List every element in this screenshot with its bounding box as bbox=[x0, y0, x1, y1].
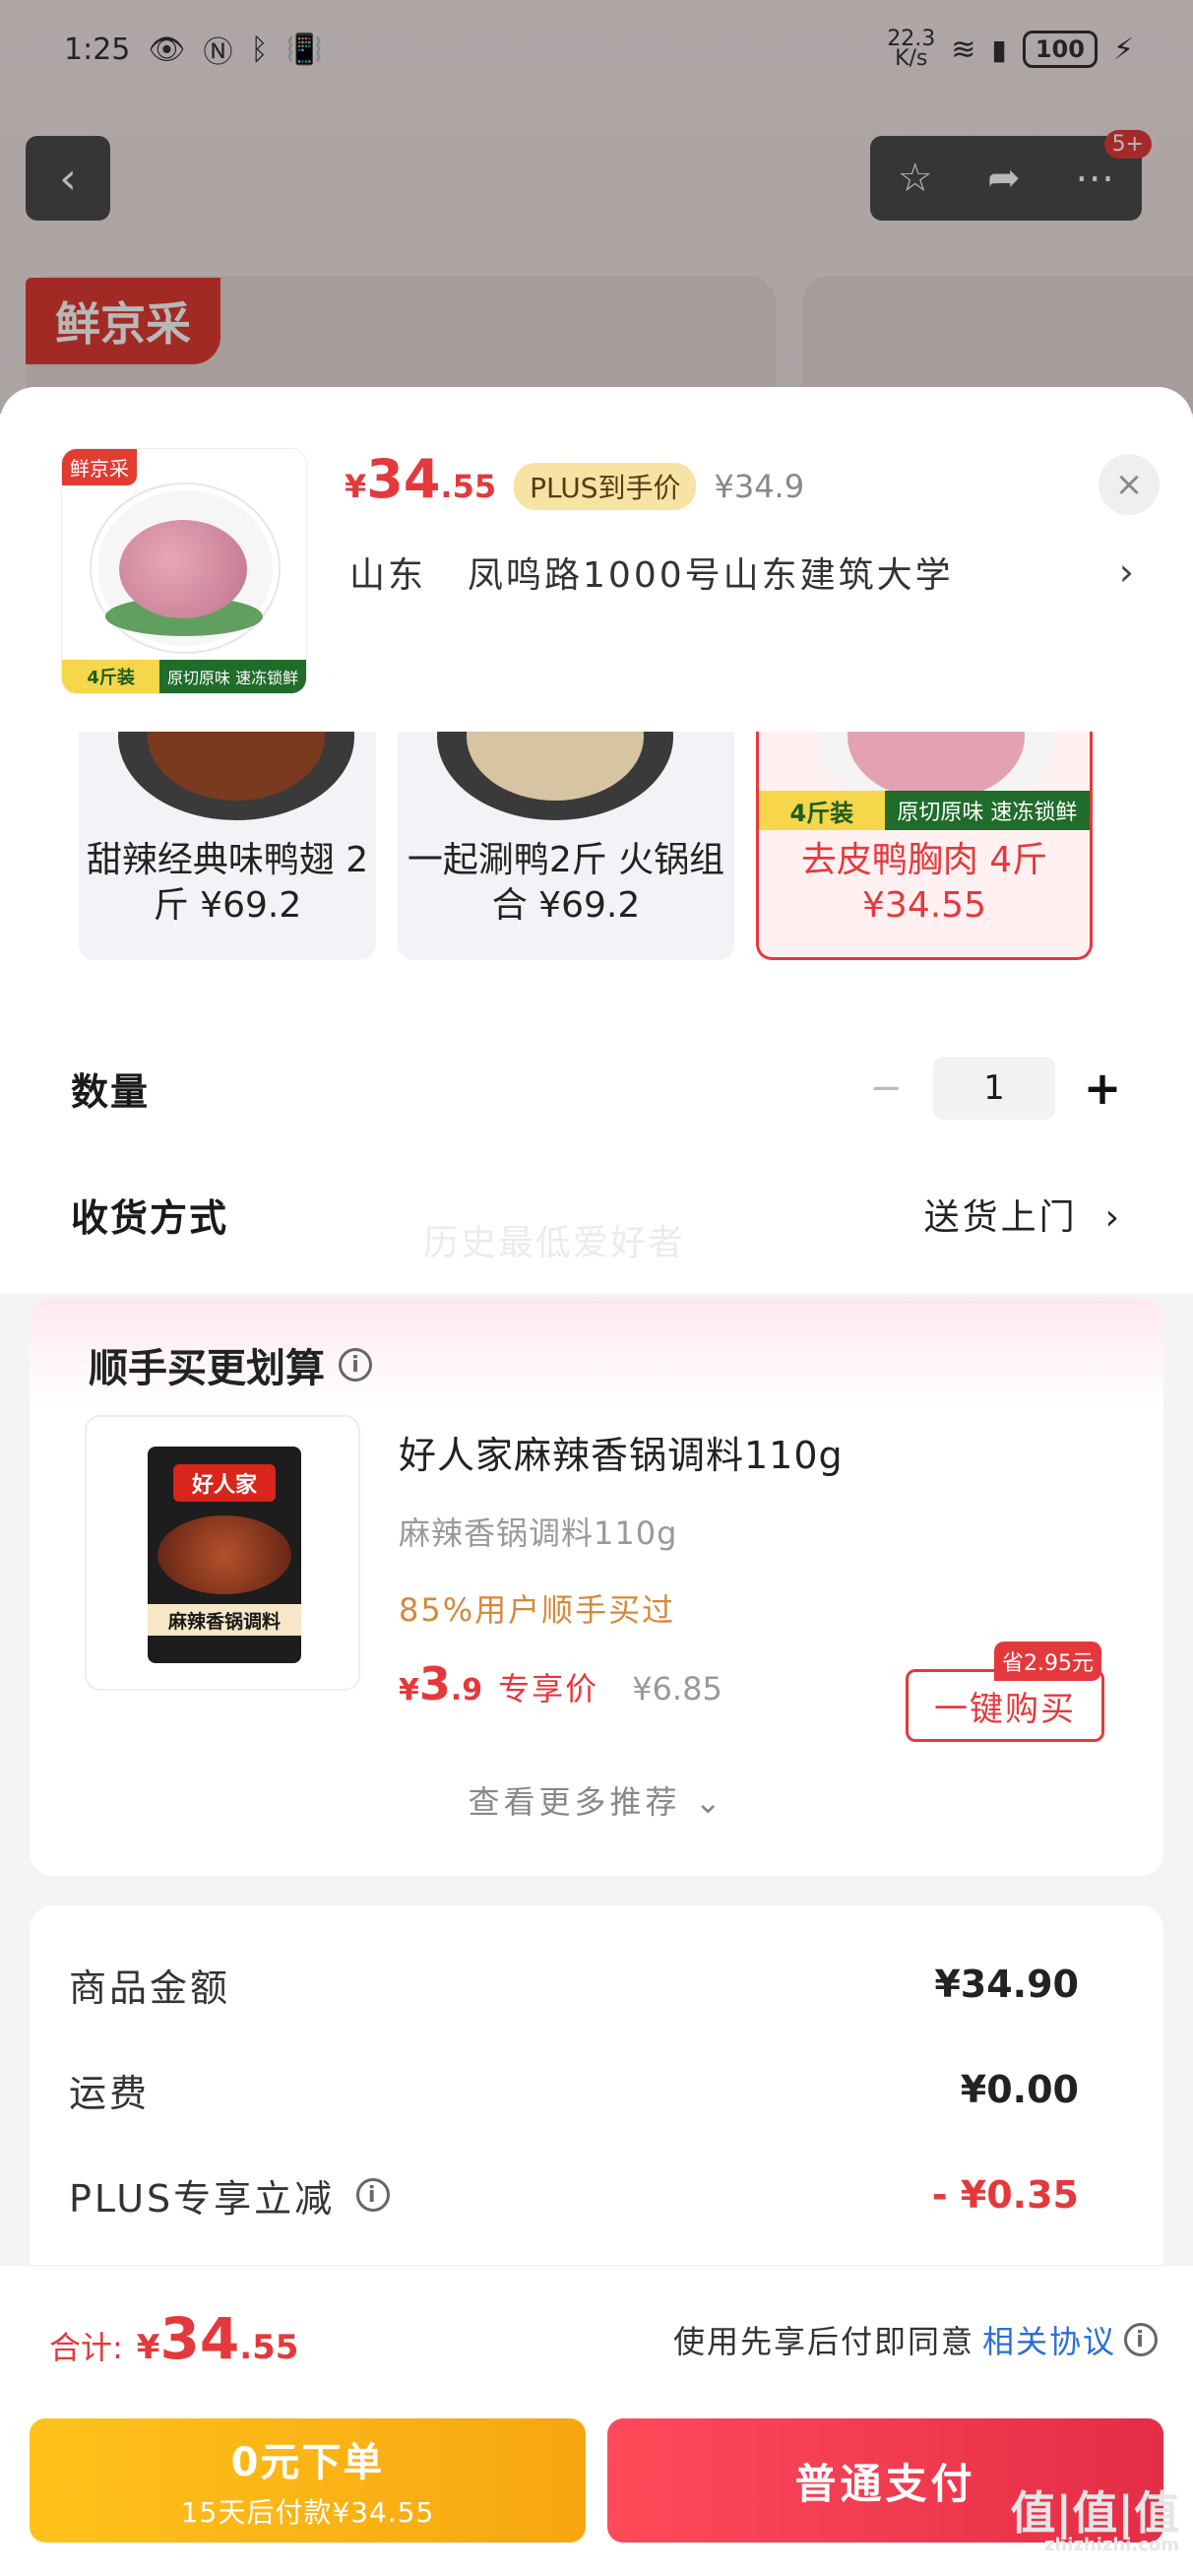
chevron-down-icon: ⌄ bbox=[680, 1783, 725, 1821]
quantity-label: 数量 bbox=[71, 1069, 151, 1114]
quantity-stepper: − 1 + bbox=[866, 1057, 1122, 1120]
address-province: 山东 bbox=[349, 555, 427, 596]
pack-brand: 好人家 bbox=[173, 1464, 276, 1502]
agreement-note: 使用先享后付即同意 相关协议 i bbox=[673, 2317, 1158, 2362]
address-detail: 凤鸣路1000号山东建筑大学 bbox=[468, 555, 954, 596]
price-integer: 34 bbox=[366, 448, 441, 510]
price-decimal: .55 bbox=[440, 468, 497, 505]
recommend-product-image[interactable]: 好人家 麻辣香锅调料 bbox=[85, 1415, 360, 1691]
chevron-right-icon: › bbox=[1118, 550, 1137, 594]
chevron-right-icon: › bbox=[1104, 1197, 1122, 1238]
variant-image bbox=[398, 732, 734, 830]
total-label: 合计: bbox=[49, 2329, 123, 2366]
shipping-label: 收货方式 bbox=[71, 1195, 229, 1240]
more-recommend-link[interactable]: 查看更多推荐 ⌄ bbox=[30, 1777, 1163, 1823]
checkout-footer: 合计: ¥ 34 .55 使用先享后付即同意 相关协议 i 0元下单 15天后付… bbox=[0, 2265, 1193, 2576]
info-icon[interactable]: i bbox=[339, 1348, 372, 1382]
pack-dish bbox=[157, 1515, 291, 1594]
more-recommend-text: 查看更多推荐 bbox=[468, 1783, 681, 1821]
minus-icon[interactable]: − bbox=[866, 1065, 906, 1111]
recommend-title: 顺手买更划算 i bbox=[89, 1336, 372, 1393]
freight-label: 运费 bbox=[69, 2071, 151, 2115]
price-row: ¥34.55 PLUS到手价 ¥34.9 bbox=[345, 448, 804, 510]
plus-discount-label: PLUS专享立减 i bbox=[69, 2168, 391, 2222]
total-decimal: .55 bbox=[239, 2328, 299, 2367]
plus-discount-text: PLUS专享立减 bbox=[69, 2176, 336, 2221]
variant-option[interactable]: 甜辣经典味鸭翅 2斤 ¥69.2 bbox=[79, 732, 376, 960]
watermark: 历史最低爱好者 bbox=[423, 1223, 686, 1263]
close-icon: × bbox=[1114, 465, 1144, 504]
shipping-value: 送货上门 › bbox=[924, 1189, 1122, 1240]
pay-later-subtitle: 15天后付款¥34.55 bbox=[180, 2496, 435, 2529]
variant-label: 去皮鸭胸肉 4斤 ¥34.55 bbox=[800, 840, 1048, 926]
variant-image bbox=[79, 732, 376, 830]
plus-icon[interactable]: + bbox=[1083, 1062, 1122, 1115]
freight-value: ¥0.00 bbox=[960, 2068, 1079, 2111]
recommend-original-price: ¥6.85 bbox=[632, 1670, 722, 1707]
seasoning-pack: 好人家 麻辣香锅调料 bbox=[148, 1447, 301, 1663]
info-icon[interactable]: i bbox=[356, 2178, 391, 2212]
summary-row-freight: 运费 ¥0.00 bbox=[69, 2060, 1079, 2119]
price-symbol: ¥ bbox=[345, 468, 367, 505]
summary-row-goods: 商品金额 ¥34.90 bbox=[69, 1955, 1079, 2014]
site-watermark: 值|值|值 zhizhizhi.com bbox=[1010, 2490, 1179, 2555]
price-summary-card: 商品金额 ¥34.90 运费 ¥0.00 PLUS专享立减 i - ¥0.35 bbox=[30, 1905, 1163, 2319]
exclusive-price-label: 专享价 bbox=[498, 1670, 599, 1707]
purchase-sheet: 鲜京采 4斤装 原切原味 速冻锁鲜 ¥34.55 PLUS到手价 ¥34.9 ×… bbox=[0, 387, 1193, 2576]
variant-band: 4斤装 原切原味 速冻锁鲜 bbox=[759, 791, 1090, 830]
recommend-users-note: 85%用户顺手买过 bbox=[399, 1591, 676, 1629]
goods-amount-value: ¥34.90 bbox=[934, 1963, 1079, 2006]
plus-discount-value: - ¥0.35 bbox=[931, 2173, 1079, 2217]
total-symbol: ¥ bbox=[136, 2328, 160, 2367]
recommend-price-row: ¥3.9 专享价 ¥6.85 bbox=[399, 1657, 722, 1710]
sheet-header: 鲜京采 4斤装 原切原味 速冻锁鲜 ¥34.55 PLUS到手价 ¥34.9 ×… bbox=[0, 387, 1193, 732]
total-price: 合计: ¥ 34 .55 bbox=[49, 2305, 298, 2372]
site-watermark-text: 值|值|值 bbox=[1010, 2486, 1179, 2540]
thumb-band: 4斤装 原切原味 速冻锁鲜 bbox=[62, 660, 306, 693]
current-price: ¥34.55 bbox=[345, 448, 496, 510]
variant-band-desc: 原切原味 速冻锁鲜 bbox=[884, 791, 1090, 830]
plus-price-tag: PLUS到手价 bbox=[514, 463, 697, 510]
variant-label: 一起涮鸭2斤 火锅组合 ¥69.2 bbox=[407, 840, 725, 926]
total-integer: 34 bbox=[159, 2305, 240, 2372]
pay-later-button[interactable]: 0元下单 15天后付款¥34.55 bbox=[30, 2418, 586, 2543]
price-integer: 3 bbox=[418, 1657, 451, 1710]
close-button[interactable]: × bbox=[1099, 454, 1160, 515]
pack-name: 麻辣香锅调料 bbox=[148, 1604, 301, 1636]
selected-product-thumbnail: 鲜京采 4斤装 原切原味 速冻锁鲜 bbox=[61, 448, 307, 694]
save-badge: 省2.95元 bbox=[994, 1642, 1101, 1681]
recommend-title-text: 顺手买更划算 bbox=[89, 1346, 325, 1391]
thumb-duck-breast bbox=[119, 520, 247, 618]
recommend-product-spec: 麻辣香锅调料110g bbox=[399, 1514, 678, 1552]
goods-amount-label: 商品金额 bbox=[69, 1965, 231, 2010]
thumb-band-desc: 原切原味 速冻锁鲜 bbox=[159, 660, 306, 693]
thumb-band-weight: 4斤装 bbox=[62, 660, 160, 693]
price-decimal: .9 bbox=[450, 1673, 483, 1707]
product-page-background: 1:25 👁 Ⓝ ᛒ 📳 22.3 K/s ≋ ▮ 100 ⚡ ‹ ☆ ➦ ⋯ … bbox=[0, 0, 1193, 433]
variant-option-selected[interactable]: 4斤装 原切原味 速冻锁鲜 去皮鸭胸肉 4斤 ¥34.55 bbox=[756, 732, 1093, 960]
agreement-link[interactable]: 相关协议 bbox=[982, 2317, 1116, 2362]
recommend-card: 顺手买更划算 i 好人家 麻辣香锅调料 好人家麻辣香锅调料110g 麻辣香锅调料… bbox=[30, 1297, 1163, 1876]
recommend-product-name[interactable]: 好人家麻辣香锅调料110g bbox=[399, 1425, 844, 1479]
variant-label: 甜辣经典味鸭翅 2斤 ¥69.2 bbox=[86, 840, 369, 926]
original-price: ¥34.9 bbox=[714, 468, 805, 505]
overlay-dim[interactable] bbox=[0, 0, 1193, 414]
agreement-text: 使用先享后付即同意 bbox=[672, 2323, 974, 2360]
quantity-input[interactable]: 1 bbox=[933, 1057, 1055, 1120]
info-icon[interactable]: i bbox=[1124, 2323, 1158, 2356]
variant-image: 4斤装 原切原味 速冻锁鲜 bbox=[759, 732, 1090, 830]
shipping-method: 送货上门 bbox=[923, 1197, 1078, 1238]
quantity-row: 数量 − 1 + bbox=[71, 1057, 1122, 1120]
pay-later-title: 0元下单 bbox=[230, 2440, 385, 2485]
recommend-price: ¥3.9 bbox=[399, 1657, 482, 1710]
variant-option[interactable]: 一起涮鸭2斤 火锅组合 ¥69.2 bbox=[398, 732, 734, 960]
thumb-brand-tag: 鲜京采 bbox=[62, 449, 137, 485]
price-symbol: ¥ bbox=[399, 1673, 419, 1707]
delivery-address[interactable]: 山东 凤鸣路1000号山东建筑大学 › bbox=[349, 547, 1137, 598]
summary-row-plus: PLUS专享立减 i - ¥0.35 bbox=[69, 2165, 1079, 2224]
variant-band-weight: 4斤装 bbox=[759, 791, 885, 830]
